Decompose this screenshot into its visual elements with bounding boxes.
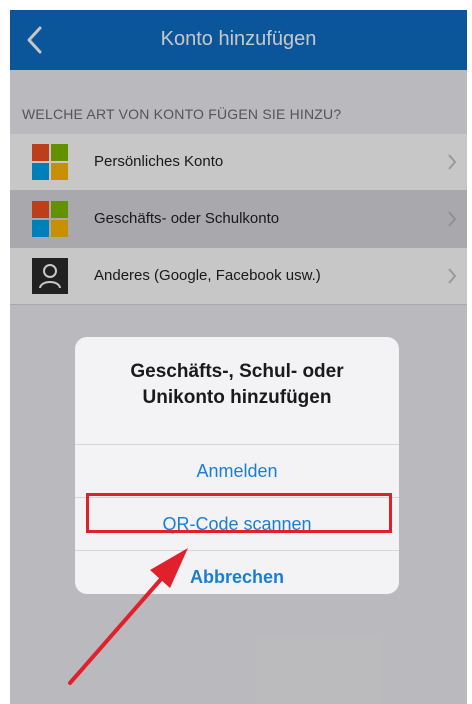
annotation-arrow-icon [68, 548, 188, 685]
